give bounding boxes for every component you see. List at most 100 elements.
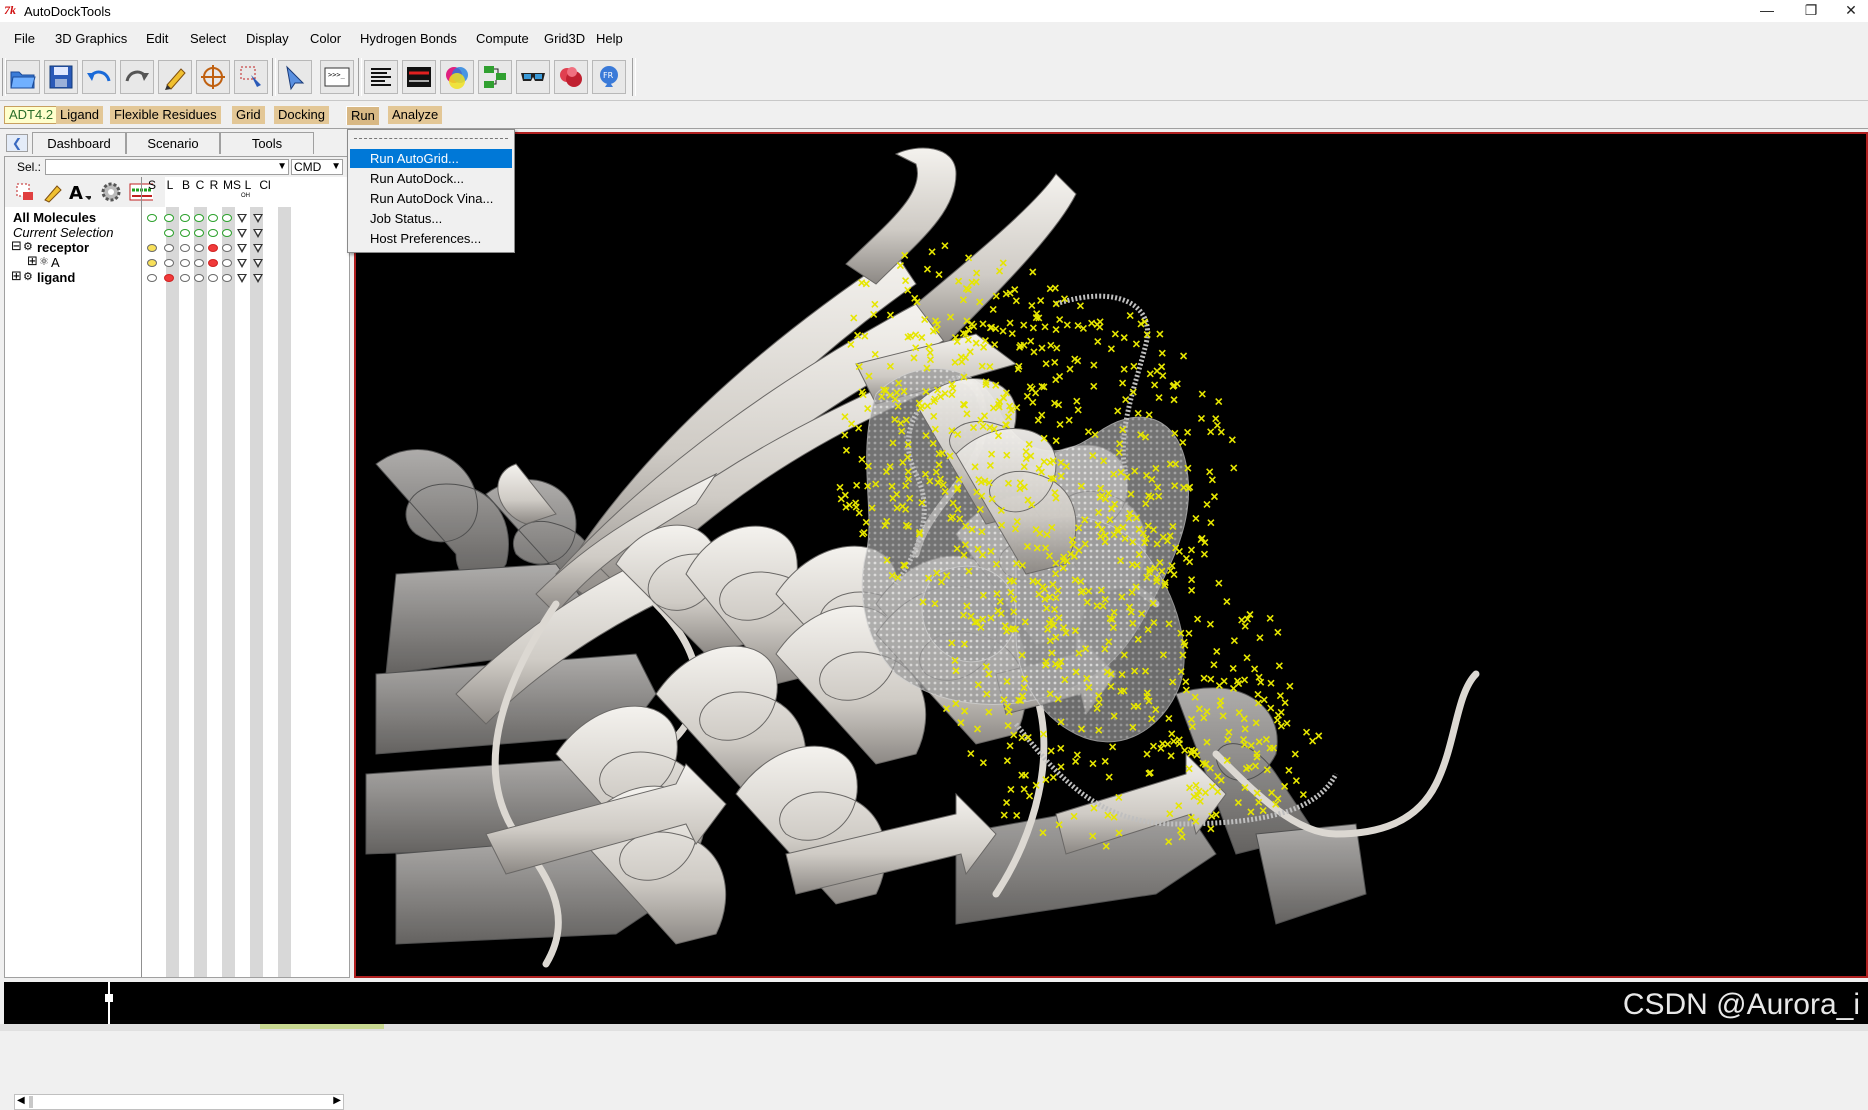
menu-sel-cl-icon[interactable] <box>253 229 263 238</box>
scroll-left-icon[interactable]: ◀ <box>17 1095 25 1106</box>
python-shell-icon[interactable]: >>>_ <box>320 60 354 94</box>
toggle-chain-b[interactable] <box>180 259 190 267</box>
column-ms[interactable]: MS <box>222 179 242 191</box>
toggle-chain-l[interactable] <box>164 259 174 267</box>
label-icon[interactable]: A <box>67 180 91 204</box>
text-align-icon[interactable] <box>364 60 398 94</box>
module-run[interactable]: Run <box>346 106 379 125</box>
toggle-receptor-r[interactable] <box>208 244 218 252</box>
tree-chain-a[interactable]: A <box>51 255 60 270</box>
pencil-icon[interactable] <box>41 180 65 204</box>
cmd-select[interactable]: CMD ▼ <box>291 159 343 175</box>
timeline-slider[interactable] <box>108 982 110 1024</box>
column-cl[interactable]: Cl <box>257 179 273 191</box>
tree-ligand[interactable]: ligand <box>37 270 75 285</box>
toggle-sel-r[interactable] <box>208 229 218 237</box>
pencil-icon[interactable] <box>158 60 192 94</box>
close-icon[interactable]: ✕ <box>1828 0 1868 22</box>
tree-current-selection[interactable]: Current Selection <box>13 225 113 240</box>
toggle-receptor-s[interactable] <box>147 244 157 252</box>
toggle-ligand-l[interactable] <box>164 274 174 282</box>
flowchart-icon[interactable] <box>478 60 512 94</box>
expand-receptor-icon[interactable]: ⊟ <box>11 238 22 254</box>
save-icon[interactable] <box>44 60 78 94</box>
toggle-all-c[interactable] <box>194 214 204 222</box>
toggle-ligand-r[interactable] <box>208 274 218 282</box>
target-icon[interactable] <box>196 60 230 94</box>
select-icon[interactable] <box>234 60 268 94</box>
selection-input[interactable]: ▼ <box>45 159 289 175</box>
column-b[interactable]: B <box>179 179 193 191</box>
3d-viewer-canvas[interactable] <box>354 132 1868 978</box>
color-cube-icon[interactable] <box>440 60 474 94</box>
module-grid[interactable]: Grid <box>232 106 265 124</box>
menu-sel-l-icon[interactable] <box>237 229 247 238</box>
menu-chain-cl-icon[interactable] <box>253 259 263 268</box>
open-folder-icon[interactable] <box>6 60 40 94</box>
menu-hydrogen-bonds[interactable]: Hydrogen Bonds <box>358 31 459 46</box>
scroll-right-icon[interactable]: ▶ <box>333 1095 341 1106</box>
column-l[interactable]: L <box>163 179 177 191</box>
horizontal-scrollbar[interactable]: ◀ ▶ <box>14 1094 344 1110</box>
toggle-receptor-b[interactable] <box>180 244 190 252</box>
redo-icon[interactable] <box>120 60 154 94</box>
menu-item-run-autodock-vina[interactable]: Run AutoDock Vina... <box>350 189 512 208</box>
tear-off-line[interactable] <box>354 138 508 139</box>
toggle-chain-c[interactable] <box>194 259 204 267</box>
tab-scenario[interactable]: Scenario <box>126 132 220 154</box>
menu-color[interactable]: Color <box>308 31 343 46</box>
menu-item-job-status[interactable]: Job Status... <box>350 209 512 228</box>
menu-item-host-preferences[interactable]: Host Preferences... <box>350 229 512 248</box>
menu-ligand-l-icon[interactable] <box>237 274 247 283</box>
toggle-ligand-b[interactable] <box>180 274 190 282</box>
toggle-chain-ms[interactable] <box>222 259 232 267</box>
column-s[interactable]: S <box>145 179 159 191</box>
menu-display[interactable]: Display <box>244 31 291 46</box>
toggle-chain-s[interactable] <box>147 259 157 267</box>
expand-ligand-icon[interactable]: ⊞ <box>11 268 22 284</box>
toggle-all-ms[interactable] <box>222 214 232 222</box>
menu-grid3d[interactable]: Grid3D <box>542 31 587 46</box>
column-l2[interactable]: L <box>241 179 255 191</box>
menu-select[interactable]: Select <box>188 31 228 46</box>
menu-ligand-cl-icon[interactable] <box>253 274 263 283</box>
tab-tools[interactable]: Tools <box>220 132 314 154</box>
toggle-sel-b[interactable] <box>180 229 190 237</box>
surface-icon[interactable] <box>554 60 588 94</box>
toggle-sel-l[interactable] <box>164 229 174 237</box>
tree-all-molecules[interactable]: All Molecules <box>13 210 96 225</box>
scroll-thumb[interactable] <box>29 1096 33 1108</box>
menu-all-l-icon[interactable] <box>237 214 247 223</box>
toggle-sel-c[interactable] <box>194 229 204 237</box>
stereo-glasses-icon[interactable] <box>516 60 550 94</box>
toggle-chain-r[interactable] <box>208 259 218 267</box>
toggle-all-l[interactable] <box>164 214 174 222</box>
menu-receptor-l-icon[interactable] <box>237 244 247 253</box>
menu-all-cl-icon[interactable] <box>253 214 263 223</box>
module-adt-version[interactable]: ADT4.2 <box>4 106 59 124</box>
toggle-ligand-c[interactable] <box>194 274 204 282</box>
module-flexible-residues[interactable]: Flexible Residues <box>110 106 221 124</box>
toggle-ligand-ms[interactable] <box>222 274 232 282</box>
menu-receptor-cl-icon[interactable] <box>253 244 263 253</box>
collapse-panel-icon[interactable]: ❮ <box>6 134 28 152</box>
module-analyze[interactable]: Analyze <box>388 106 443 124</box>
expand-chain-icon[interactable]: ⊞ <box>27 253 38 269</box>
menu-compute[interactable]: Compute <box>474 31 531 46</box>
minimize-icon[interactable]: — <box>1744 0 1790 22</box>
erase-selection-icon[interactable] <box>13 180 37 204</box>
graph-icon[interactable] <box>402 60 436 94</box>
tree-receptor[interactable]: receptor <box>37 240 89 255</box>
toggle-receptor-c[interactable] <box>194 244 204 252</box>
chevron-down-icon[interactable]: ▼ <box>277 160 287 174</box>
toggle-ligand-s[interactable] <box>147 274 157 282</box>
toggle-all-r[interactable] <box>208 214 218 222</box>
chevron-down-icon[interactable]: ▼ <box>331 160 341 174</box>
toggle-receptor-l[interactable] <box>164 244 174 252</box>
pmv-icon[interactable]: FR <box>592 60 626 94</box>
column-r[interactable]: R <box>207 179 221 191</box>
module-ligand[interactable]: Ligand <box>56 106 104 124</box>
menu-edit[interactable]: Edit <box>144 31 170 46</box>
module-docking[interactable]: Docking <box>274 106 329 124</box>
toggle-all-s[interactable] <box>147 214 157 222</box>
